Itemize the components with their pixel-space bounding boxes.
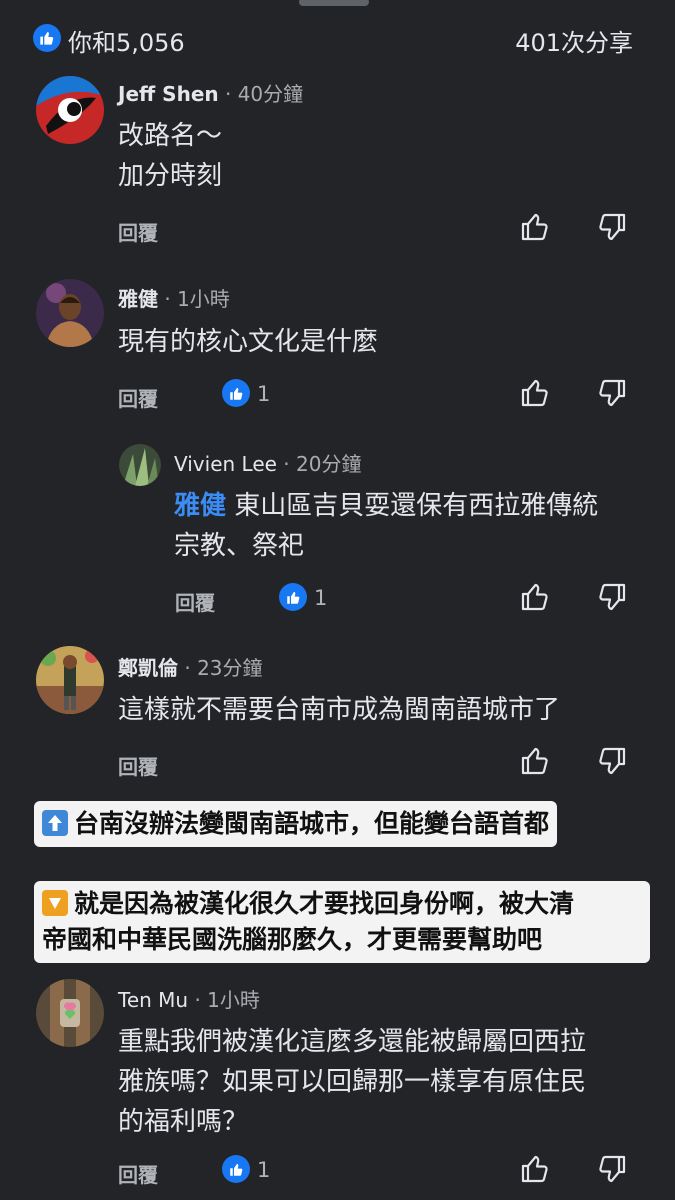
thumbs-up-outline-icon[interactable] (518, 376, 552, 410)
commenter-name[interactable]: 鄭凱倫 (118, 656, 178, 680)
comment-line: 的福利嗎？ (118, 1107, 249, 1137)
thumbs-up-outline-icon[interactable] (518, 744, 552, 778)
comment-time[interactable]: · 1小時 (158, 287, 229, 311)
like-reaction-icon[interactable] (222, 1155, 250, 1183)
comment-line: 改路名～ (118, 121, 223, 151)
comment-header: 雅健 · 1小時 (118, 283, 230, 312)
reply-button[interactable]: 回覆 (118, 217, 158, 246)
commenter-name[interactable]: Jeff Shen (118, 82, 219, 106)
commenter-name[interactable]: 雅健 (118, 287, 158, 311)
comment-text: 重點我們被漢化這麼多還能被歸屬回西拉 雅族嗎？如果可以回歸那一樣享有原住民 的福… (118, 1022, 586, 1142)
thumbs-up-outline-icon[interactable] (518, 580, 552, 614)
comment-header: 鄭凱倫 · 23分鐘 (118, 652, 263, 681)
avatar[interactable] (36, 979, 104, 1047)
commenter-name[interactable]: Ten Mu (118, 988, 188, 1012)
caption-line: 就是因為被漢化很久才要找回身份啊，被大清 (42, 886, 642, 922)
comment-actions: 回覆 (0, 744, 675, 784)
reaction-count[interactable]: 你和5,056 (68, 23, 185, 58)
comment-line: 重點我們被漢化這麼多還能被歸屬回西拉 (118, 1027, 587, 1057)
comment-header: Vivien Lee · 20分鐘 (174, 448, 361, 477)
caption-text: 台南沒辦法變閩南語城市，但能變台語首都 (74, 809, 550, 838)
reaction-count[interactable]: 1 (257, 1158, 270, 1182)
caption-text: 就是因為被漢化很久才要找回身份啊，被大清 (74, 889, 575, 918)
thumbs-down-outline-icon[interactable] (595, 744, 629, 778)
mention-link[interactable]: 雅健 (174, 491, 226, 521)
avatar[interactable] (36, 279, 104, 347)
comment-header: Ten Mu · 1小時 (118, 984, 260, 1013)
comment-time[interactable]: · 40分鐘 (219, 82, 303, 106)
reaction-summary-bar: 你和5,056 401次分享 (0, 14, 675, 62)
arrow-up-emoji-icon (42, 810, 68, 836)
reaction-count[interactable]: 1 (314, 586, 327, 610)
caption-overlay: 台南沒辦法變閩南語城市，但能變台語首都 就是因為被漢化很久才要找回身份啊，被大清… (34, 801, 650, 963)
avatar[interactable] (119, 444, 161, 486)
comment-line-text: 東山區吉貝耍還保有西拉雅傳統 (226, 491, 599, 521)
reply-button[interactable]: 回覆 (118, 751, 158, 780)
comment-line: 加分時刻 (118, 161, 223, 191)
comment-line: 這樣就不需要台南市成為閩南語城市了 (118, 695, 561, 725)
comment-time[interactable]: · 23分鐘 (178, 656, 262, 680)
comment-text: 現有的核心文化是什麼 (118, 322, 378, 362)
comment-text: 雅健 東山區吉貝耍還保有西拉雅傳統 宗教、祭祀 (174, 486, 598, 566)
comment-time[interactable]: · 1小時 (188, 988, 259, 1012)
reply-button[interactable]: 回覆 (118, 1159, 158, 1188)
comment-text: 改路名～ 加分時刻 (118, 116, 222, 196)
thumbs-down-outline-icon[interactable] (595, 376, 629, 410)
thumbs-down-outline-icon[interactable] (595, 580, 629, 614)
arrow-down-emoji-icon (42, 890, 68, 916)
comment-actions: 回覆 (0, 210, 675, 250)
like-reaction-icon[interactable] (279, 583, 307, 611)
caption-text: 帝國和中華民國洗腦那麼久，才更需要幫助吧 (42, 925, 543, 954)
caption-line: 台南沒辦法變閩南語城市，但能變台語首都 (42, 806, 549, 842)
reply-button[interactable]: 回覆 (118, 383, 158, 412)
comment-line: 雅族嗎？如果可以回歸那一樣享有原住民 (118, 1067, 587, 1097)
thumbs-up-outline-icon[interactable] (518, 210, 552, 244)
share-count[interactable]: 401次分享 (515, 23, 633, 58)
comment-line: 宗教、祭祀 (174, 531, 305, 561)
caption-box-bottom: 就是因為被漢化很久才要找回身份啊，被大清 帝國和中華民國洗腦那麼久，才更需要幫助… (34, 881, 650, 963)
drag-handle[interactable] (299, 0, 369, 6)
like-reaction-icon[interactable] (222, 379, 250, 407)
thumbs-down-outline-icon[interactable] (595, 1152, 629, 1186)
comment-actions: 回覆 1 (0, 376, 675, 416)
comment-actions: 回覆 1 (0, 1152, 675, 1192)
caption-box-top: 台南沒辦法變閩南語城市，但能變台語首都 (34, 801, 558, 847)
comment-line: 現有的核心文化是什麼 (118, 327, 379, 357)
thumbs-down-outline-icon[interactable] (595, 210, 629, 244)
avatar[interactable] (36, 646, 104, 714)
reply-button[interactable]: 回覆 (175, 587, 215, 616)
comment-text: 這樣就不需要台南市成為閩南語城市了 (118, 690, 560, 730)
reaction-count[interactable]: 1 (257, 382, 270, 406)
comment-header: Jeff Shen · 40分鐘 (118, 78, 303, 107)
like-icon (33, 24, 61, 52)
comment-actions: 回覆 1 (0, 580, 675, 620)
commenter-name[interactable]: Vivien Lee (174, 452, 277, 476)
avatar[interactable] (36, 76, 104, 144)
comment-time[interactable]: · 20分鐘 (277, 452, 361, 476)
comment-line: 雅健 東山區吉貝耍還保有西拉雅傳統 (174, 486, 598, 526)
thumbs-up-outline-icon[interactable] (518, 1152, 552, 1186)
